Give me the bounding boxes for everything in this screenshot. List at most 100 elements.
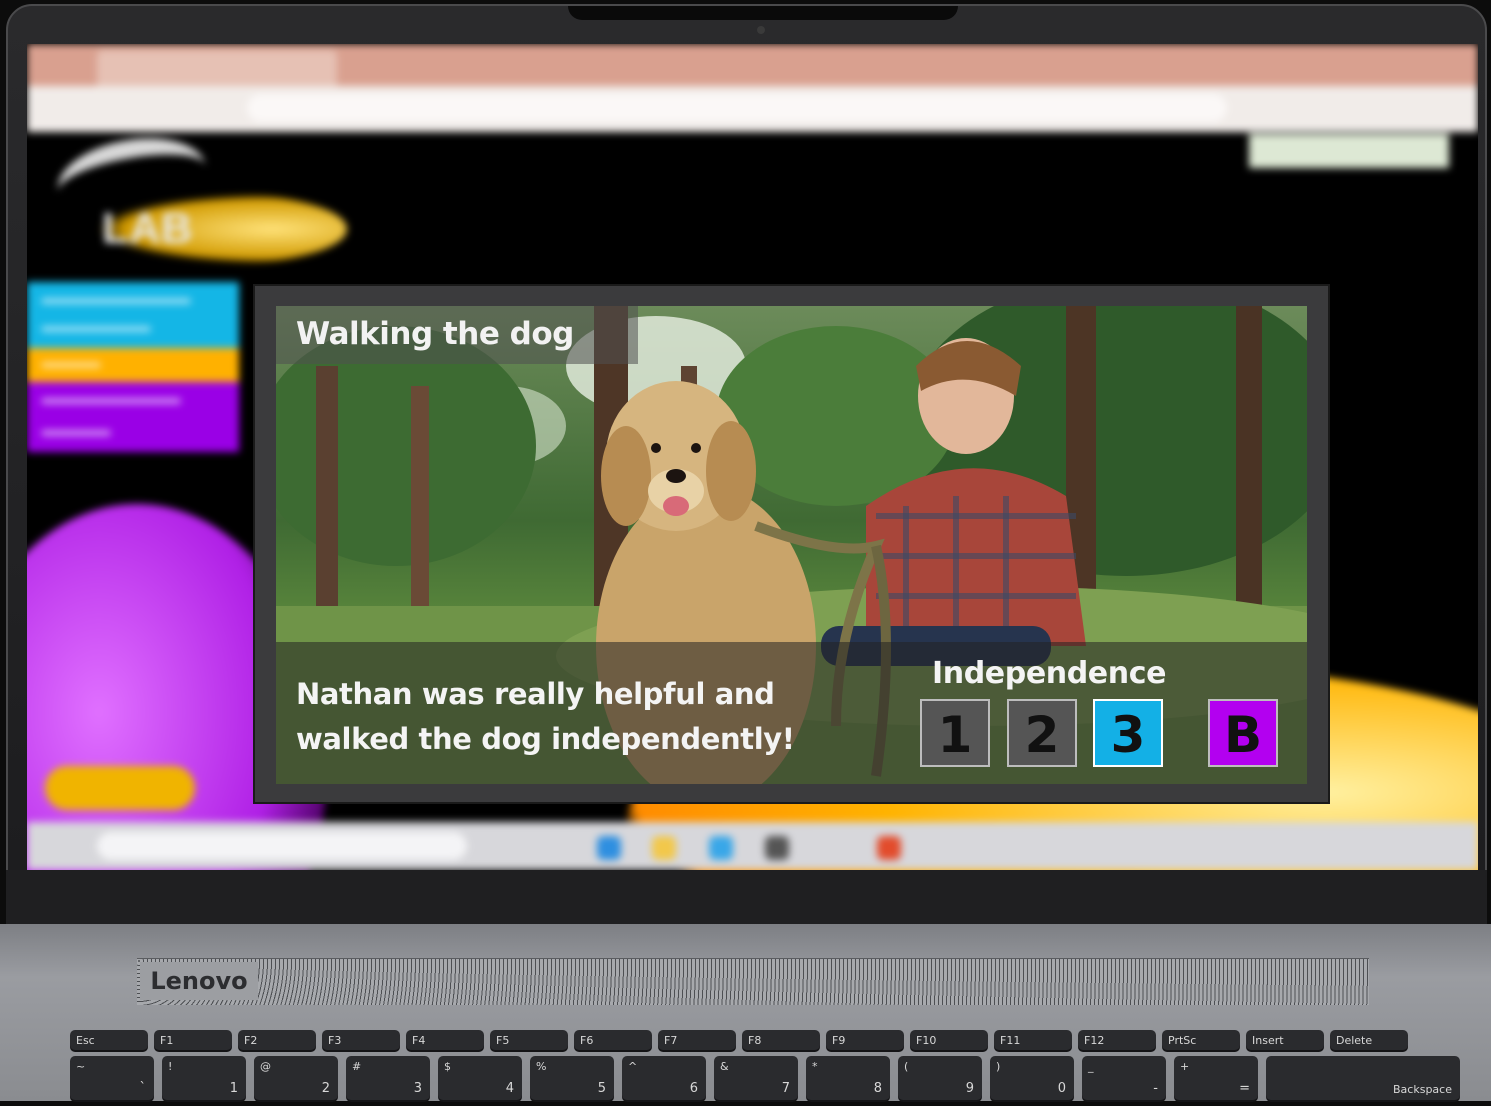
- key-label: F7: [664, 1034, 678, 1047]
- taskbar-office-icon[interactable]: [877, 836, 901, 860]
- key-label: F9: [832, 1034, 846, 1047]
- speaker-grille: [137, 958, 1369, 1005]
- key-label: F11: [1000, 1034, 1021, 1047]
- key--[interactable]: _ -: [1082, 1056, 1166, 1100]
- key-esc[interactable]: Esc: [70, 1030, 148, 1050]
- key-f1[interactable]: F1: [154, 1030, 232, 1050]
- score-button-1[interactable]: 1: [920, 699, 990, 767]
- key-label: 0: [1057, 1081, 1066, 1096]
- screen-bezel-bottom: [6, 870, 1487, 926]
- key-label: F6: [580, 1034, 594, 1047]
- activity-card: Walking the dog Nathan was really helpfu…: [253, 284, 1330, 804]
- key-shift-label: ~: [76, 1060, 86, 1073]
- key-=[interactable]: + =: [1174, 1056, 1258, 1100]
- key-label: -: [1153, 1081, 1158, 1096]
- key-label: Backspace: [1393, 1083, 1452, 1096]
- taskbar-store-icon[interactable]: [765, 836, 789, 860]
- key-label: F2: [244, 1034, 258, 1047]
- key-shift-label: *: [812, 1060, 818, 1073]
- key-f9[interactable]: F9: [826, 1030, 904, 1050]
- key-f12[interactable]: F12: [1078, 1030, 1156, 1050]
- webcam-icon: [757, 26, 765, 34]
- key-shift-label: @: [260, 1060, 271, 1073]
- caption-line-2: walked the dog independently!: [296, 722, 795, 756]
- key-backspace[interactable]: Backspace: [1266, 1056, 1460, 1100]
- activity-photo: Walking the dog Nathan was really helpfu…: [276, 306, 1307, 784]
- keyboard: Esc F1 F2 F3 F4 F5 F6 F7 F8 F9 F10 F11 F12 PrtSc Inser…: [70, 1026, 1460, 1106]
- independence-label: Independence: [932, 656, 1167, 691]
- key-f3[interactable]: F3: [322, 1030, 400, 1050]
- taskbar-search-input[interactable]: [97, 832, 467, 860]
- key-3[interactable]: #3: [346, 1056, 430, 1100]
- pill-button[interactable]: [45, 766, 195, 810]
- key-shift-label: #: [352, 1060, 362, 1073]
- key-f8[interactable]: F8: [742, 1030, 820, 1050]
- key-label: F8: [748, 1034, 762, 1047]
- sidebar-menu-yellow[interactable]: [27, 348, 239, 382]
- activity-title: Walking the dog: [296, 316, 574, 352]
- taskbar-app-icon[interactable]: [597, 836, 621, 860]
- key-f6[interactable]: F6: [574, 1030, 652, 1050]
- key-label: 2: [321, 1081, 330, 1096]
- key-0[interactable]: ) 0: [990, 1056, 1074, 1100]
- key-label: 3: [413, 1081, 422, 1096]
- score-button-3[interactable]: 3: [1093, 699, 1163, 767]
- sidebar-menu-purple[interactable]: [27, 382, 239, 452]
- key-`[interactable]: ~ `: [70, 1056, 154, 1100]
- key-label: Esc: [76, 1034, 95, 1047]
- key-f5[interactable]: F5: [490, 1030, 568, 1050]
- key-1[interactable]: ! 1: [162, 1056, 246, 1100]
- key-f2[interactable]: F2: [238, 1030, 316, 1050]
- key-shift-label: (: [904, 1060, 909, 1073]
- key-label: 4: [505, 1081, 514, 1096]
- key-5[interactable]: % 5: [530, 1056, 614, 1100]
- key-shift-label: !: [168, 1060, 173, 1073]
- key-label: 8: [873, 1081, 882, 1096]
- key-7[interactable]: & 7: [714, 1056, 798, 1100]
- key-label: 7: [781, 1081, 790, 1096]
- key-label: PrtSc: [1168, 1034, 1197, 1047]
- key-label: =: [1239, 1081, 1250, 1096]
- key-prtsc[interactable]: PrtSc: [1162, 1030, 1240, 1050]
- key-8[interactable]: * 8: [806, 1056, 890, 1100]
- key-f11[interactable]: F11: [994, 1030, 1072, 1050]
- key-label: F3: [328, 1034, 342, 1047]
- camera-notch: [568, 6, 958, 20]
- key-shift-label: %: [536, 1060, 547, 1073]
- key-label: F4: [412, 1034, 426, 1047]
- score-button-2[interactable]: 2: [1007, 699, 1077, 767]
- key-shift-label: ^: [628, 1060, 638, 1073]
- key-shift-label: $: [444, 1060, 451, 1073]
- key-shift-label: ): [996, 1060, 1001, 1073]
- key-9[interactable]: (9: [898, 1056, 982, 1100]
- key-delete[interactable]: Delete: [1330, 1030, 1408, 1050]
- key-label: F10: [916, 1034, 937, 1047]
- key-label: Delete: [1336, 1034, 1373, 1047]
- key-6[interactable]: ^ 6: [622, 1056, 706, 1100]
- key-f10[interactable]: F10: [910, 1030, 988, 1050]
- url-field[interactable]: [247, 94, 1227, 122]
- key-f4[interactable]: F4: [406, 1030, 484, 1050]
- key-label: 1: [229, 1081, 238, 1096]
- laptop-screen: LAB Walking the dog Nathan was really he…: [27, 44, 1478, 870]
- key-label: 6: [689, 1081, 698, 1096]
- taskbar-folder-icon[interactable]: [652, 836, 676, 860]
- taskbar-edge-icon[interactable]: [709, 836, 733, 860]
- key-2[interactable]: @2: [254, 1056, 338, 1100]
- key-label: Insert: [1252, 1034, 1284, 1047]
- key-label: F12: [1084, 1034, 1105, 1047]
- browser-tab[interactable]: [97, 50, 337, 86]
- caption-line-1: Nathan was really helpful and: [296, 677, 775, 711]
- key-shift-label: _: [1088, 1060, 1094, 1073]
- score-button-b[interactable]: B: [1208, 699, 1278, 767]
- key-shift-label: &: [720, 1060, 729, 1073]
- header-button[interactable]: [1249, 134, 1449, 168]
- key-label: `: [139, 1081, 147, 1096]
- key-label: F5: [496, 1034, 510, 1047]
- key-f7[interactable]: F7: [658, 1030, 736, 1050]
- key-4[interactable]: $4: [438, 1056, 522, 1100]
- key-insert[interactable]: Insert: [1246, 1030, 1324, 1050]
- key-label: 5: [597, 1081, 606, 1096]
- app-logo: LAB: [102, 204, 193, 253]
- sidebar-menu-cyan[interactable]: [27, 282, 239, 348]
